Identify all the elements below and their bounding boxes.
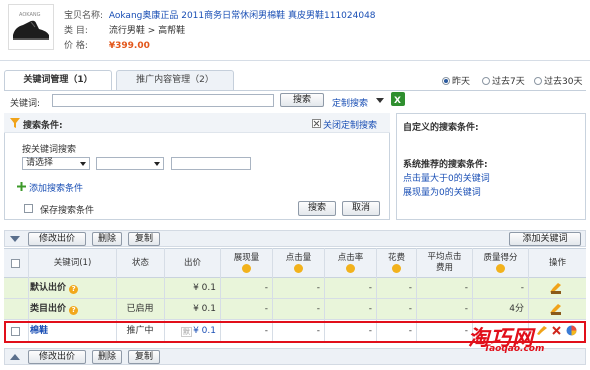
column-header-keyword[interactable]: 关键词(1): [28, 248, 116, 278]
impressions-cell: -: [264, 283, 268, 293]
column-header-bid[interactable]: 出价: [164, 248, 220, 278]
column-header-status[interactable]: 状态: [116, 248, 164, 278]
svg-text:X: X: [394, 96, 401, 106]
watermark-url: Taoqao.com: [484, 344, 545, 354]
product-category: 流行男鞋 > 高帮鞋: [108, 26, 186, 36]
modify-bid-button-bottom[interactable]: 修改出价: [28, 350, 86, 364]
radio-icon: [534, 77, 542, 85]
avg-cpc-cell: -: [464, 304, 468, 314]
recommended-link-clicks[interactable]: 点击量大于0的关键词: [403, 171, 490, 184]
radio-icon: [482, 77, 490, 85]
select-arrow-icon: [10, 354, 20, 360]
column-header-impressions[interactable]: 展现量: [220, 248, 272, 278]
search-panel-title: 搜索条件:: [23, 121, 63, 131]
by-keyword-label: 按关键词搜索: [22, 145, 77, 155]
cost-cell: -: [408, 283, 412, 293]
sort-icon[interactable]: [392, 264, 401, 273]
sort-icon[interactable]: [496, 264, 505, 273]
condition-operator-select[interactable]: [96, 157, 164, 170]
product-title[interactable]: Aokang奥康正品 2011商务日常休闲男棉鞋 真皮男鞋111024048: [109, 11, 376, 21]
recommended-conditions-title: 系统推荐的搜索条件:: [403, 160, 488, 170]
plus-icon: [17, 182, 26, 191]
keyword-input[interactable]: [52, 94, 274, 107]
panel-cancel-button[interactable]: 取消: [342, 201, 380, 216]
filter-icon: [10, 118, 20, 128]
sort-icon[interactable]: [242, 264, 251, 273]
dropdown-arrow-icon[interactable]: [376, 98, 384, 104]
avg-cpc-cell: -: [464, 283, 468, 293]
add-condition-link[interactable]: 添加搜索条件: [29, 181, 83, 194]
tab-content-management[interactable]: 推广内容管理（2）: [116, 70, 234, 90]
close-custom-search-link[interactable]: 关闭定制搜索: [323, 118, 377, 131]
tab-divider: [4, 90, 586, 91]
column-header-ctr[interactable]: 点击率: [324, 248, 376, 278]
product-thumbnail: AOKANG: [8, 4, 54, 50]
date-option-7days[interactable]: 过去7天: [482, 74, 525, 87]
clicks-cell: -: [316, 304, 320, 314]
edit-icon[interactable]: [549, 282, 563, 294]
product-price: ¥399.00: [108, 41, 150, 51]
chevron-down-icon: [80, 162, 86, 166]
custom-conditions-title: 自定义的搜索条件:: [403, 123, 479, 133]
select-arrow-icon: [10, 236, 20, 242]
copy-button-bottom[interactable]: 复制: [128, 350, 160, 364]
product-category-label: 类 目:: [64, 26, 88, 36]
status-cell: 已启用: [126, 304, 154, 314]
column-header-avg-cpc[interactable]: 平均点击费用: [416, 248, 472, 278]
keyword-cell: 类目出价 ?: [30, 299, 79, 319]
save-condition-checkbox[interactable]: [24, 204, 33, 213]
product-title-label: 宝贝名称:: [64, 11, 104, 21]
condition-field-select[interactable]: 请选择: [22, 157, 90, 170]
clicks-cell: -: [316, 283, 320, 293]
help-icon[interactable]: ?: [69, 285, 79, 294]
keyword-search-button[interactable]: 搜索: [280, 93, 324, 107]
close-icon[interactable]: [312, 119, 321, 128]
panel-search-button[interactable]: 搜索: [298, 201, 336, 216]
radio-icon: [442, 77, 450, 85]
help-icon[interactable]: ?: [69, 306, 79, 315]
delete-button-bottom[interactable]: 删除: [92, 350, 122, 364]
select-all-checkbox[interactable]: [11, 259, 20, 268]
recommended-link-no-impressions[interactable]: 展现量为0的关键词: [403, 185, 481, 198]
delete-button[interactable]: 删除: [92, 232, 122, 246]
date-option-yesterday[interactable]: 昨天: [442, 74, 470, 87]
sort-icon[interactable]: [294, 264, 303, 273]
add-keyword-button[interactable]: 添加关键词: [509, 232, 581, 246]
quality-cell: -: [520, 283, 524, 293]
sort-icon[interactable]: [346, 264, 355, 273]
condition-value-input[interactable]: [171, 157, 251, 170]
column-header-cost[interactable]: 花费: [376, 248, 416, 278]
chevron-down-icon: [154, 162, 160, 166]
ctr-cell: -: [368, 304, 372, 314]
product-price-label: 价 格:: [64, 41, 88, 51]
impressions-cell: -: [264, 304, 268, 314]
excel-icon[interactable]: X: [391, 92, 405, 106]
ctr-cell: -: [368, 283, 372, 293]
cost-cell: -: [408, 304, 412, 314]
tab-keyword-management[interactable]: 关键词管理（1）: [4, 70, 112, 91]
modify-bid-button[interactable]: 修改出价: [28, 232, 86, 246]
quality-cell: 4分: [509, 304, 524, 314]
copy-button[interactable]: 复制: [128, 232, 160, 246]
date-option-30days[interactable]: 过去30天: [534, 74, 582, 87]
column-header-quality[interactable]: 质量得分: [472, 248, 528, 278]
bid-cell: ¥ 0.1: [193, 283, 216, 293]
edit-icon[interactable]: [549, 303, 563, 315]
shoe-icon: AOKANG: [13, 12, 49, 40]
keyword-cell: 默认出价 ?: [30, 278, 79, 298]
keyword-label: 关键词:: [10, 99, 41, 109]
bid-cell: ¥ 0.1: [193, 304, 216, 314]
column-header-actions: 操作: [528, 248, 586, 278]
custom-search-link[interactable]: 定制搜索: [332, 96, 368, 109]
column-header-clicks[interactable]: 点击量: [272, 248, 324, 278]
svg-text:AOKANG: AOKANG: [19, 12, 41, 18]
divider: [0, 60, 590, 61]
save-condition-label: 保存搜索条件: [40, 206, 95, 216]
